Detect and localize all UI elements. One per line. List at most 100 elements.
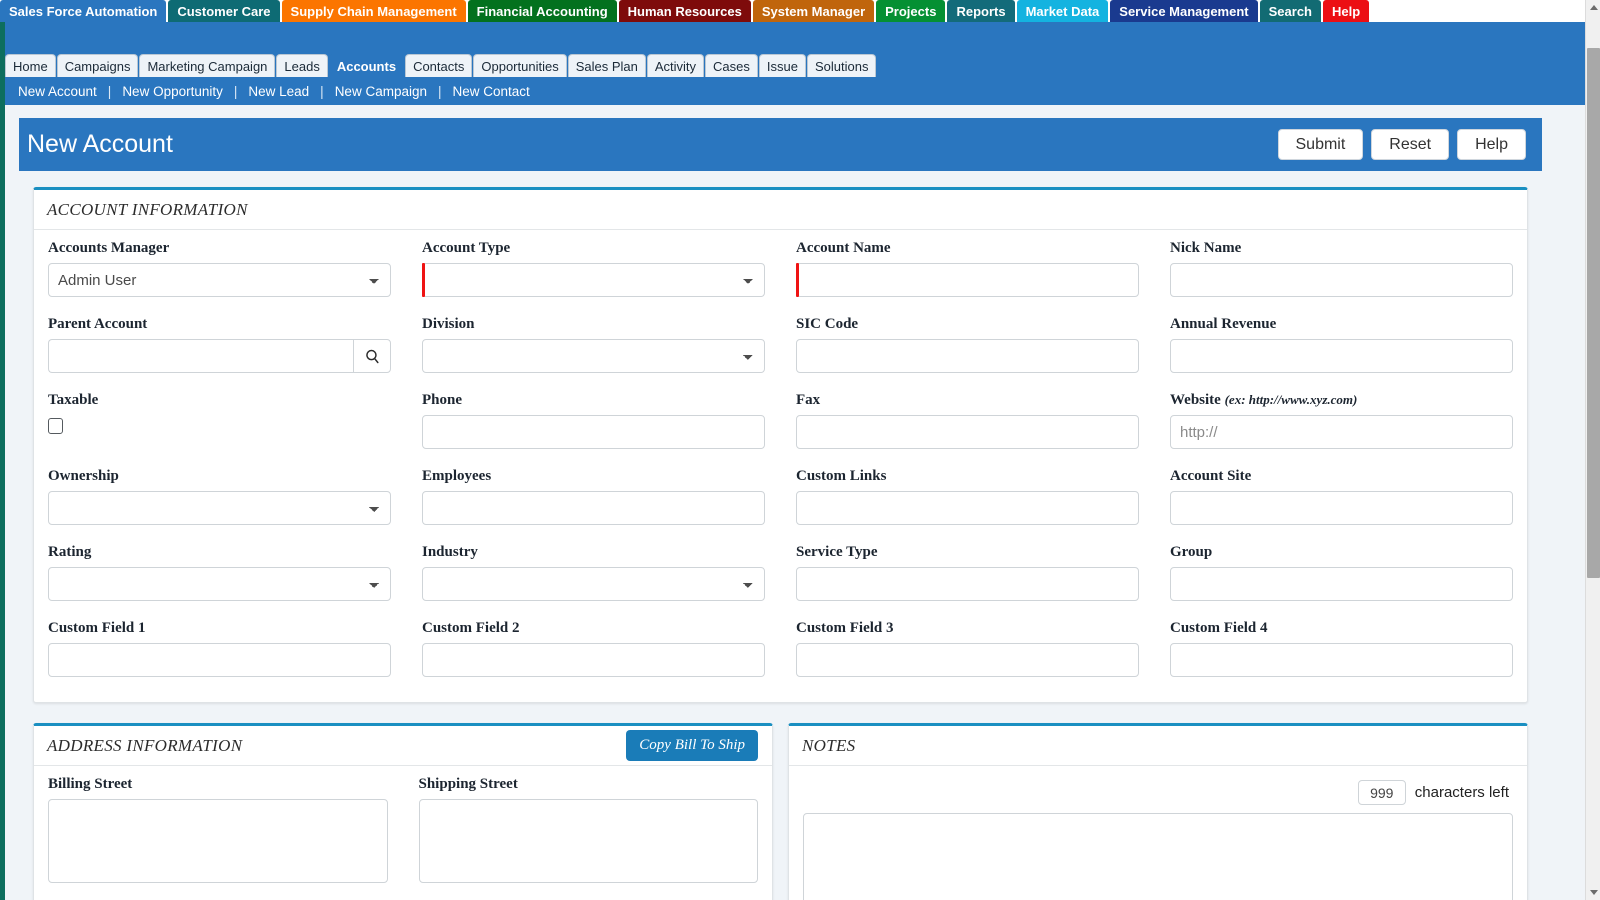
copy-bill-to-ship-button[interactable]: Copy Bill To Ship: [626, 730, 758, 761]
parent-account-search-button[interactable]: [353, 339, 391, 373]
account-name-input[interactable]: [796, 263, 1139, 297]
shipping-street-textarea[interactable]: [418, 799, 758, 883]
custom-field-2-input[interactable]: [422, 643, 765, 677]
taxable-checkbox[interactable]: [48, 418, 63, 434]
address-panel-title: ADDRESS INFORMATION: [47, 735, 243, 755]
search-icon: [365, 349, 379, 363]
label-accounts-manager: Accounts Manager: [48, 240, 170, 256]
field-accounts-manager: Accounts Manager Admin User: [48, 240, 391, 308]
notes-panel-title: NOTES: [802, 735, 856, 755]
rating-select[interactable]: [48, 567, 391, 601]
service-type-input[interactable]: [796, 567, 1139, 601]
annual-revenue-input[interactable]: [1170, 339, 1513, 373]
section-tab-cases[interactable]: Cases: [705, 54, 758, 77]
label-fax: Fax: [796, 392, 821, 408]
module-tab-market-data[interactable]: Market Data: [1016, 0, 1109, 22]
section-tab-accounts[interactable]: Accounts: [328, 54, 405, 77]
custom-field-1-input[interactable]: [48, 643, 391, 677]
section-tab-sales-plan[interactable]: Sales Plan: [567, 54, 646, 77]
division-select[interactable]: [422, 339, 765, 373]
quicklink-new-account[interactable]: New Account: [18, 84, 97, 99]
module-tab-search[interactable]: Search: [1259, 0, 1321, 22]
scrollbar-thumb[interactable]: [1587, 48, 1600, 578]
module-tab-financial-accounting[interactable]: Financial Accounting: [467, 0, 617, 22]
notes-textarea[interactable]: [803, 813, 1513, 900]
section-tab-marketing-campaign[interactable]: Marketing Campaign: [139, 54, 276, 77]
field-custom-field-1: Custom Field 1: [48, 620, 391, 688]
address-panel-header: ADDRESS INFORMATION Copy Bill To Ship: [34, 726, 772, 766]
scroll-down-arrow[interactable]: [1586, 885, 1600, 900]
account-type-select[interactable]: [422, 263, 765, 297]
module-tab-system-manager[interactable]: System Manager: [752, 0, 875, 22]
module-tab-service-management[interactable]: Service Management: [1110, 0, 1258, 22]
account-panel-title: ACCOUNT INFORMATION: [47, 199, 248, 219]
quicklink-new-opportunity[interactable]: New Opportunity: [122, 84, 223, 99]
label-custom-field-1: Custom Field 1: [48, 620, 146, 636]
label-parent-account: Parent Account: [48, 316, 148, 332]
submit-button[interactable]: Submit: [1277, 128, 1364, 161]
label-rating: Rating: [48, 544, 92, 560]
module-tab-projects[interactable]: Projects: [876, 0, 946, 22]
field-custom-field-3: Custom Field 3: [796, 620, 1139, 688]
label-website-text: Website: [1170, 392, 1221, 408]
section-tab-leads[interactable]: Leads: [276, 54, 328, 77]
label-account-type: Account Type: [422, 240, 511, 256]
custom-links-input[interactable]: [796, 491, 1139, 525]
custom-field-4-input[interactable]: [1170, 643, 1513, 677]
help-button[interactable]: Help: [1457, 128, 1526, 161]
employees-input[interactable]: [422, 491, 765, 525]
field-website: Website (ex: http://www.xyz.com): [1170, 392, 1513, 460]
custom-field-3-input[interactable]: [796, 643, 1139, 677]
account-panel-header: ACCOUNT INFORMATION: [34, 190, 1527, 230]
group-input[interactable]: [1170, 567, 1513, 601]
field-group: Group: [1170, 544, 1513, 612]
module-tab-sales-force-automation[interactable]: Sales Force Automation: [0, 0, 167, 22]
phone-input[interactable]: [422, 415, 765, 449]
label-taxable: Taxable: [48, 392, 99, 408]
label-website-hint: (ex: http://www.xyz.com): [1224, 392, 1358, 407]
module-tab-help[interactable]: Help: [1323, 0, 1370, 22]
ownership-select[interactable]: [48, 491, 391, 525]
field-custom-field-2: Custom Field 2: [422, 620, 765, 688]
vertical-scrollbar[interactable]: [1585, 0, 1600, 900]
quicklink-new-contact[interactable]: New Contact: [453, 84, 530, 99]
section-tab-solutions[interactable]: Solutions: [806, 54, 877, 77]
label-employees: Employees: [422, 468, 492, 484]
label-billing-street: Billing Street: [48, 776, 133, 792]
field-account-name: Account Name: [796, 240, 1139, 308]
notes-counter-row: 999 characters left: [803, 780, 1509, 805]
field-ownership: Ownership: [48, 468, 391, 536]
parent-account-input[interactable]: [48, 339, 353, 373]
page-content: New Account Submit Reset Help ACCOUNT IN…: [5, 105, 1585, 900]
module-tab-reports[interactable]: Reports: [947, 0, 1015, 22]
billing-street-textarea[interactable]: [48, 799, 388, 883]
label-custom-links: Custom Links: [796, 468, 887, 484]
label-division: Division: [422, 316, 475, 332]
label-account-site: Account Site: [1170, 468, 1252, 484]
module-tab-human-resources[interactable]: Human Resources: [618, 0, 751, 22]
application-window: Sales Force Automation Customer Care Suppl…: [0, 0, 1600, 900]
section-tab-issue[interactable]: Issue: [758, 54, 806, 77]
quicklink-new-campaign[interactable]: New Campaign: [335, 84, 427, 99]
module-tab-supply-chain-management[interactable]: Supply Chain Management: [281, 0, 466, 22]
reset-button[interactable]: Reset: [1371, 128, 1450, 161]
nick-name-input[interactable]: [1170, 263, 1513, 297]
section-tab-campaigns[interactable]: Campaigns: [56, 54, 139, 77]
industry-select[interactable]: [422, 567, 765, 601]
label-phone: Phone: [422, 392, 463, 408]
fax-input[interactable]: [796, 415, 1139, 449]
address-information-panel: ADDRESS INFORMATION Copy Bill To Ship Bi…: [33, 723, 773, 900]
accounts-manager-select[interactable]: Admin User: [48, 263, 391, 297]
sic-code-input[interactable]: [796, 339, 1139, 373]
scroll-up-arrow[interactable]: [1586, 0, 1600, 15]
section-tab-opportunities[interactable]: Opportunities: [473, 54, 567, 77]
module-tab-customer-care[interactable]: Customer Care: [168, 0, 280, 22]
section-tab-activity[interactable]: Activity: [646, 54, 705, 77]
section-tab-home[interactable]: Home: [5, 54, 56, 77]
website-input[interactable]: [1170, 415, 1513, 449]
label-annual-revenue: Annual Revenue: [1170, 316, 1277, 332]
account-site-input[interactable]: [1170, 491, 1513, 525]
quicklink-new-lead[interactable]: New Lead: [248, 84, 309, 99]
field-rating: Rating: [48, 544, 391, 612]
section-tab-contacts[interactable]: Contacts: [405, 54, 473, 77]
